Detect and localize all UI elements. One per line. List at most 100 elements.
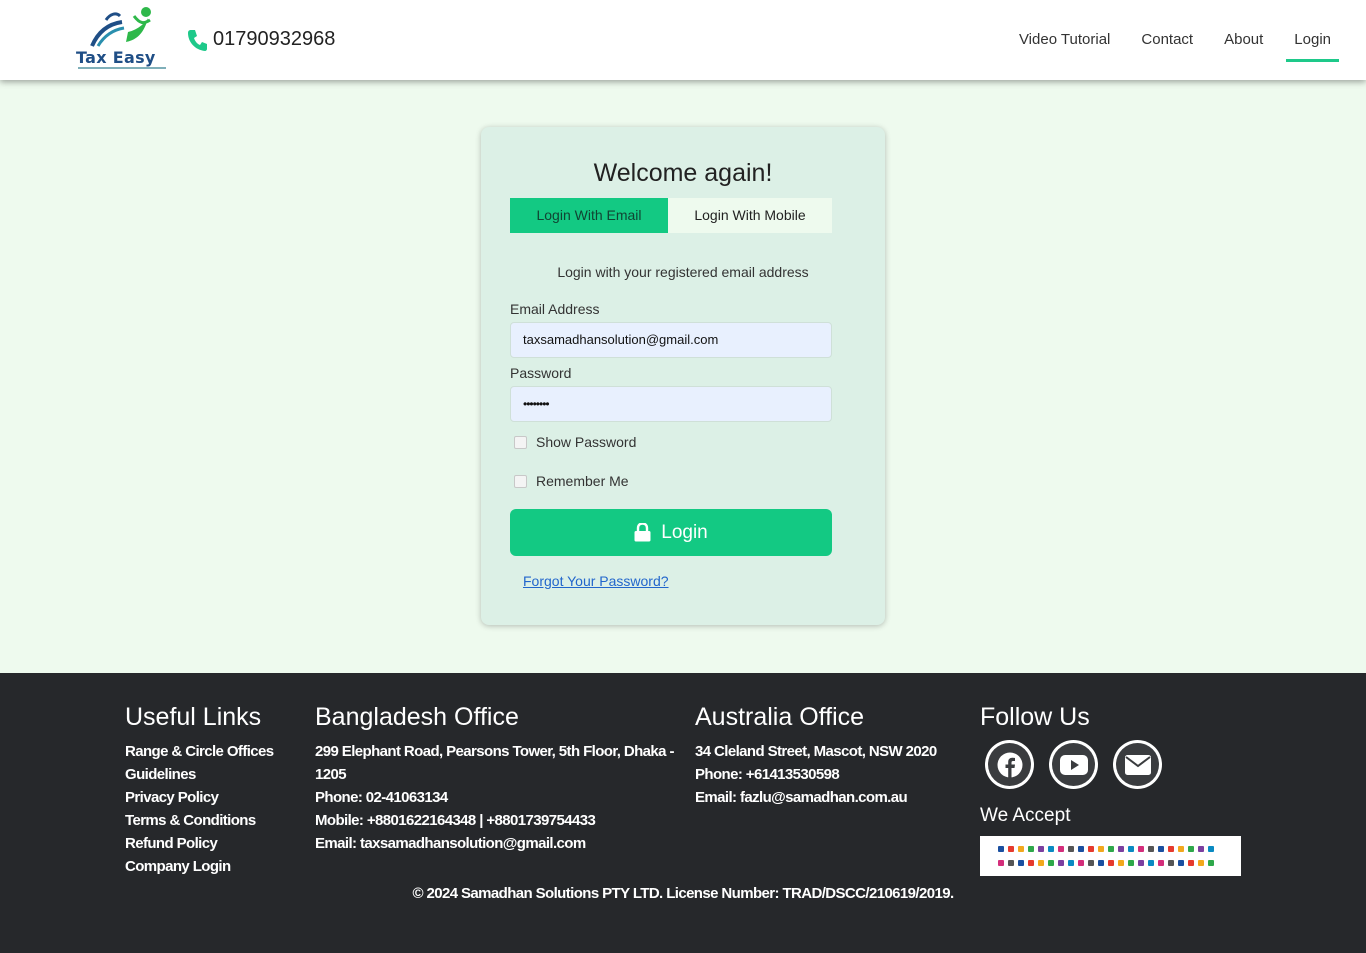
payment-logo (1138, 860, 1144, 866)
payment-logo (1178, 860, 1184, 866)
payment-logo (1138, 846, 1144, 852)
login-tabs: Login With Email Login With Mobile (510, 198, 832, 233)
tab-login-with-mobile[interactable]: Login With Mobile (668, 198, 832, 233)
remember-me-label: Remember Me (536, 473, 629, 489)
payment-logo (1098, 846, 1104, 852)
password-field[interactable]: •••••••• (510, 386, 832, 422)
payment-logo (1128, 846, 1134, 852)
remember-me-checkbox[interactable] (514, 474, 527, 488)
payment-logo (1168, 860, 1174, 866)
au-phone: Phone: +61413530598 (695, 766, 840, 783)
payment-logo (1198, 846, 1204, 852)
nav-login[interactable]: Login (1286, 0, 1339, 80)
payment-logo (1088, 846, 1094, 852)
bd-address-line1: 299 Elephant Road, Pearsons Tower, 5th F… (315, 743, 674, 760)
payment-logo (1178, 846, 1184, 852)
email-label: Email Address (510, 301, 600, 317)
payment-logo (1148, 846, 1154, 852)
phone-icon (188, 29, 207, 51)
payment-logo (1128, 860, 1134, 866)
australia-office-title: Australia Office (695, 703, 865, 731)
bd-phone: Phone: 02-41063134 (315, 789, 448, 806)
payment-logo (1108, 860, 1114, 866)
payment-logo (1028, 860, 1034, 866)
payment-logo (1018, 860, 1024, 866)
follow-us-title: Follow Us (980, 703, 1090, 731)
login-button-label: Login (661, 521, 708, 543)
copyright-text: © 2024 Samadhan Solutions PTY LTD. Licen… (412, 885, 954, 902)
email-link[interactable] (1113, 740, 1162, 789)
footer-australia-office: Australia Office 34 Cleland Street, Masc… (695, 703, 937, 809)
payment-logo (1188, 846, 1194, 852)
tax-easy-logo[interactable]: Tax Easy (74, 6, 170, 72)
payment-logo (1068, 846, 1074, 852)
payment-logo (1198, 860, 1204, 866)
phone-number: 01790932968 (213, 28, 336, 50)
payment-logo (1058, 860, 1064, 866)
payment-logo (998, 860, 1004, 866)
bd-email: Email: taxsamadhansolution@gmail.com (315, 835, 586, 852)
logo-mark-icon (90, 7, 151, 47)
au-email: Email: fazlu@samadhan.com.au (695, 789, 908, 806)
payment-logo (1098, 860, 1104, 866)
footer-link-range-circle[interactable]: Range & Circle Offices (125, 740, 274, 763)
payment-logo (1018, 846, 1024, 852)
payment-logo (1058, 846, 1064, 852)
show-password-label: Show Password (536, 434, 637, 450)
nav-about[interactable]: About (1216, 0, 1271, 80)
payment-logo (1008, 846, 1014, 852)
payment-logo (1088, 860, 1094, 866)
bd-mobile: Mobile: +8801622164348 | +8801739754433 (315, 812, 596, 829)
payment-logo (1048, 846, 1054, 852)
payment-logo (1108, 846, 1114, 852)
footer-useful-links: Useful Links Range & Circle Offices Guid… (125, 703, 274, 878)
payment-logo (998, 846, 1004, 852)
payment-logo (1118, 846, 1124, 852)
payment-logo (1188, 860, 1194, 866)
lock-icon (634, 523, 651, 542)
footer-follow-us: Follow Us We Accept (980, 703, 1241, 876)
payment-logo (1158, 860, 1164, 866)
payment-methods-banner (980, 836, 1241, 876)
tab-login-with-email[interactable]: Login With Email (510, 198, 668, 233)
payment-logo (1148, 860, 1154, 866)
payment-logo (1038, 860, 1044, 866)
payment-logo (1078, 860, 1084, 866)
payment-logo (1068, 860, 1074, 866)
email-field[interactable]: taxsamadhansolution@gmail.com (510, 322, 832, 358)
footer-link-terms[interactable]: Terms & Conditions (125, 809, 274, 832)
footer-link-company-login[interactable]: Company Login (125, 855, 274, 878)
youtube-link[interactable] (1049, 740, 1098, 789)
header-phone[interactable]: 01790932968 (187, 28, 335, 51)
payment-logo (1028, 846, 1034, 852)
remember-me-row[interactable]: Remember Me (514, 473, 629, 489)
facebook-icon (997, 752, 1022, 778)
social-links (985, 740, 1241, 789)
footer-link-refund[interactable]: Refund Policy (125, 832, 274, 855)
login-button[interactable]: Login (510, 509, 832, 556)
bangladesh-office-title: Bangladesh Office (315, 703, 519, 731)
logo-text: Tax Easy (76, 48, 156, 67)
nav-contact[interactable]: Contact (1133, 0, 1201, 80)
login-subtitle: Login with your registered email address (557, 264, 809, 280)
forgot-password-link[interactable]: Forgot Your Password? (523, 573, 669, 589)
payment-logo (1038, 846, 1044, 852)
payment-logo (1118, 860, 1124, 866)
site-header: Tax Easy 01790932968 Video Tutorial Cont… (0, 0, 1366, 80)
main-nav: Video Tutorial Contact About Login (996, 0, 1339, 80)
show-password-row[interactable]: Show Password (514, 434, 636, 450)
envelope-icon (1124, 754, 1151, 775)
password-label: Password (510, 365, 572, 381)
facebook-link[interactable] (985, 740, 1034, 789)
nav-video-tutorial[interactable]: Video Tutorial (1011, 0, 1118, 80)
youtube-icon (1059, 754, 1088, 775)
payment-logo (1168, 846, 1174, 852)
payment-logo (1008, 860, 1014, 866)
footer-link-privacy[interactable]: Privacy Policy (125, 786, 274, 809)
payment-logo (1158, 846, 1164, 852)
logo-tagline (78, 67, 166, 69)
show-password-checkbox[interactable] (514, 435, 527, 449)
footer-link-guidelines[interactable]: Guidelines (125, 763, 274, 786)
payment-logo (1208, 846, 1214, 852)
payment-logo (1208, 860, 1214, 866)
